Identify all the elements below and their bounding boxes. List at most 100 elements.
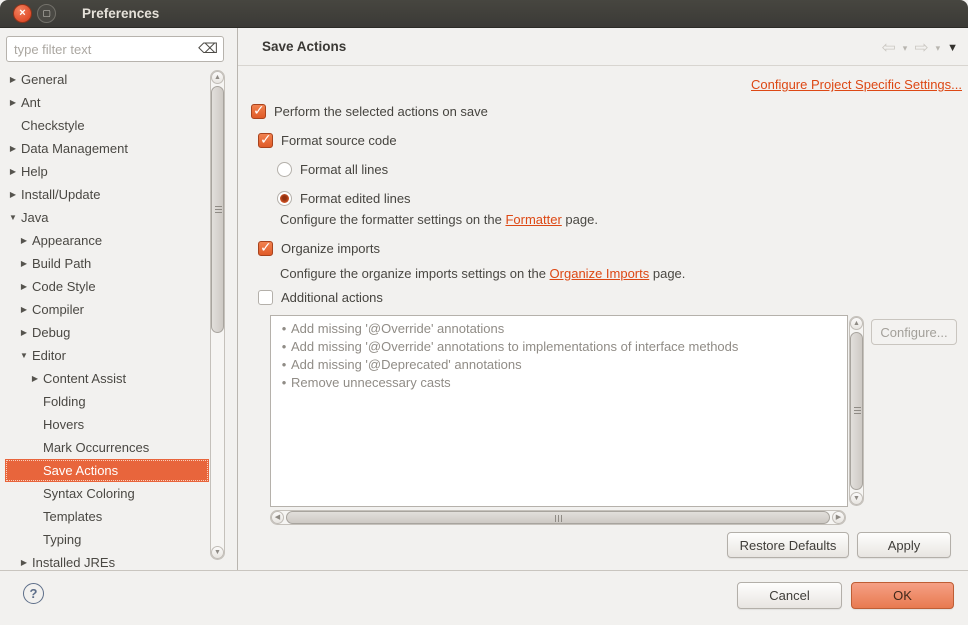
actions-list-item-label: Remove unnecessary casts — [291, 374, 451, 392]
formatter-helper-text: Configure the formatter settings on the … — [280, 212, 598, 227]
actions-list[interactable]: • Add missing '@Override' annotations • … — [270, 315, 848, 507]
configure-button[interactable]: Configure... — [871, 319, 957, 345]
tree-item-label: Build Path — [32, 252, 91, 275]
tree-item-label: Folding — [43, 390, 86, 413]
sidebar-tree-item[interactable]: Save Actions — [5, 459, 209, 482]
sidebar-tree-item[interactable]: ▶ Code Style — [5, 275, 209, 298]
scroll-down-icon[interactable]: ▼ — [850, 492, 863, 505]
sidebar-tree-item[interactable]: ▶ Build Path — [5, 252, 209, 275]
window-title: Preferences — [82, 0, 159, 28]
sidebar-tree-item[interactable]: ▼ Editor — [5, 344, 209, 367]
additional-actions-row[interactable]: Additional actions — [258, 289, 383, 305]
configure-project-settings-link[interactable]: Configure Project Specific Settings... — [751, 77, 962, 92]
actions-list-item[interactable]: • Remove unnecessary casts — [277, 374, 841, 392]
tree-item-label: Compiler — [32, 298, 84, 321]
bullet-icon: • — [277, 356, 291, 374]
formatter-page-link[interactable]: Formatter — [505, 212, 561, 227]
organize-imports-page-link[interactable]: Organize Imports — [550, 266, 650, 281]
tree-expand-icon[interactable]: ▶ — [5, 68, 21, 91]
maximize-button[interactable]: ▢ — [37, 4, 56, 23]
actions-list-item-label: Add missing '@Override' annotations — [291, 320, 504, 338]
header-separator — [238, 65, 968, 66]
tree-expand-icon[interactable]: ▶ — [16, 229, 32, 252]
forward-history-dropdown-icon[interactable]: ▾ — [936, 43, 941, 54]
actions-list-item[interactable]: • Add missing '@Override' annotations to… — [277, 338, 841, 356]
sidebar-tree-item[interactable]: Templates — [5, 505, 209, 528]
sidebar-tree-item[interactable]: Typing — [5, 528, 209, 551]
close-button[interactable]: × — [13, 4, 32, 23]
sidebar-tree-item[interactable]: Hovers — [5, 413, 209, 436]
restore-defaults-button[interactable]: Restore Defaults — [727, 532, 849, 558]
tree-expand-icon[interactable]: ▶ — [27, 367, 43, 390]
organize-imports-row[interactable]: Organize imports — [258, 240, 380, 256]
format-source-checkbox[interactable] — [258, 133, 273, 148]
tree-expand-icon[interactable]: ▶ — [16, 551, 32, 570]
additional-actions-checkbox[interactable] — [258, 290, 273, 305]
scroll-up-icon[interactable]: ▲ — [850, 317, 863, 330]
apply-button[interactable]: Apply — [857, 532, 951, 558]
tree-scrollbar-thumb[interactable] — [211, 86, 224, 333]
scroll-left-icon[interactable]: ◀ — [271, 511, 284, 524]
sidebar-tree-item[interactable]: Syntax Coloring — [5, 482, 209, 505]
actions-list-hscrollbar-thumb[interactable] — [286, 511, 830, 524]
tree-expand-icon[interactable]: ▶ — [5, 160, 21, 183]
sidebar-tree-item[interactable]: ▶ Debug — [5, 321, 209, 344]
sidebar-tree-item[interactable]: ▼ Java — [5, 206, 209, 229]
format-all-lines-row[interactable]: Format all lines — [277, 161, 388, 177]
sidebar-tree-item[interactable]: ▶ Data Management — [5, 137, 209, 160]
tree-expand-icon[interactable]: ▼ — [5, 206, 21, 229]
actions-list-item-label: Add missing '@Deprecated' annotations — [291, 356, 522, 374]
tree-item-label: Typing — [43, 528, 81, 551]
sidebar-tree-item[interactable]: ▶ Content Assist — [5, 367, 209, 390]
organize-imports-label: Organize imports — [281, 241, 380, 256]
additional-actions-label: Additional actions — [281, 290, 383, 305]
format-source-row[interactable]: Format source code — [258, 132, 397, 148]
format-edited-lines-row[interactable]: Format edited lines — [277, 190, 411, 206]
bullet-icon: • — [277, 338, 291, 356]
tree-expand-icon[interactable]: ▶ — [16, 252, 32, 275]
back-history-dropdown-icon[interactable]: ▾ — [903, 43, 908, 54]
cancel-button[interactable]: Cancel — [737, 582, 842, 609]
format-all-lines-label: Format all lines — [300, 162, 388, 177]
tree-expand-icon[interactable]: ▶ — [16, 275, 32, 298]
perform-actions-row[interactable]: Perform the selected actions on save — [251, 103, 488, 119]
filter-input[interactable] — [6, 36, 224, 62]
help-button[interactable]: ? — [23, 583, 44, 604]
format-all-lines-radio[interactable] — [277, 162, 292, 177]
sidebar-tree-item[interactable]: Checkstyle — [5, 114, 209, 137]
sidebar-tree-item[interactable]: ▶ Ant — [5, 91, 209, 114]
tree-expand-icon[interactable]: ▶ — [16, 298, 32, 321]
tree-expand-icon[interactable]: ▼ — [16, 344, 32, 367]
format-edited-lines-radio[interactable] — [277, 191, 292, 206]
clear-filter-icon[interactable]: ⌫ — [198, 40, 218, 57]
tree-expand-icon[interactable]: ▶ — [16, 321, 32, 344]
sidebar-tree-item[interactable]: ▶ Install/Update — [5, 183, 209, 206]
tree-scrollbar[interactable]: ▲ ▼ — [210, 70, 225, 560]
tree-item-label: Save Actions — [43, 459, 118, 482]
page-title: Save Actions — [262, 39, 346, 54]
actions-list-item[interactable]: • Add missing '@Deprecated' annotations — [277, 356, 841, 374]
sidebar-tree-item[interactable]: ▶ Installed JREs — [5, 551, 209, 570]
scroll-right-icon[interactable]: ▶ — [832, 511, 845, 524]
tree-expand-icon[interactable]: ▶ — [5, 91, 21, 114]
actions-list-item[interactable]: • Add missing '@Override' annotations — [277, 320, 841, 338]
forward-icon[interactable]: ⇨ — [914, 38, 928, 58]
actions-list-scrollbar[interactable]: ▲ ▼ — [849, 316, 864, 506]
sidebar-tree-item[interactable]: ▶ General — [5, 68, 209, 91]
sidebar-tree-item[interactable]: Mark Occurrences — [5, 436, 209, 459]
tree-expand-icon[interactable]: ▶ — [5, 183, 21, 206]
scroll-down-icon[interactable]: ▼ — [211, 546, 224, 559]
back-icon[interactable]: ⇦ — [882, 38, 896, 58]
tree-expand-icon[interactable]: ▶ — [5, 137, 21, 160]
actions-list-scrollbar-thumb[interactable] — [850, 332, 863, 490]
perform-actions-checkbox[interactable] — [251, 104, 266, 119]
ok-button[interactable]: OK — [851, 582, 954, 609]
sidebar-tree-item[interactable]: ▶ Compiler — [5, 298, 209, 321]
view-menu-icon[interactable]: ▼ — [947, 42, 958, 54]
organize-imports-checkbox[interactable] — [258, 241, 273, 256]
sidebar-tree-item[interactable]: Folding — [5, 390, 209, 413]
scroll-up-icon[interactable]: ▲ — [211, 71, 224, 84]
sidebar-tree-item[interactable]: ▶ Help — [5, 160, 209, 183]
sidebar-tree-item[interactable]: ▶ Appearance — [5, 229, 209, 252]
actions-list-hscrollbar[interactable]: ◀ ▶ — [270, 510, 846, 525]
